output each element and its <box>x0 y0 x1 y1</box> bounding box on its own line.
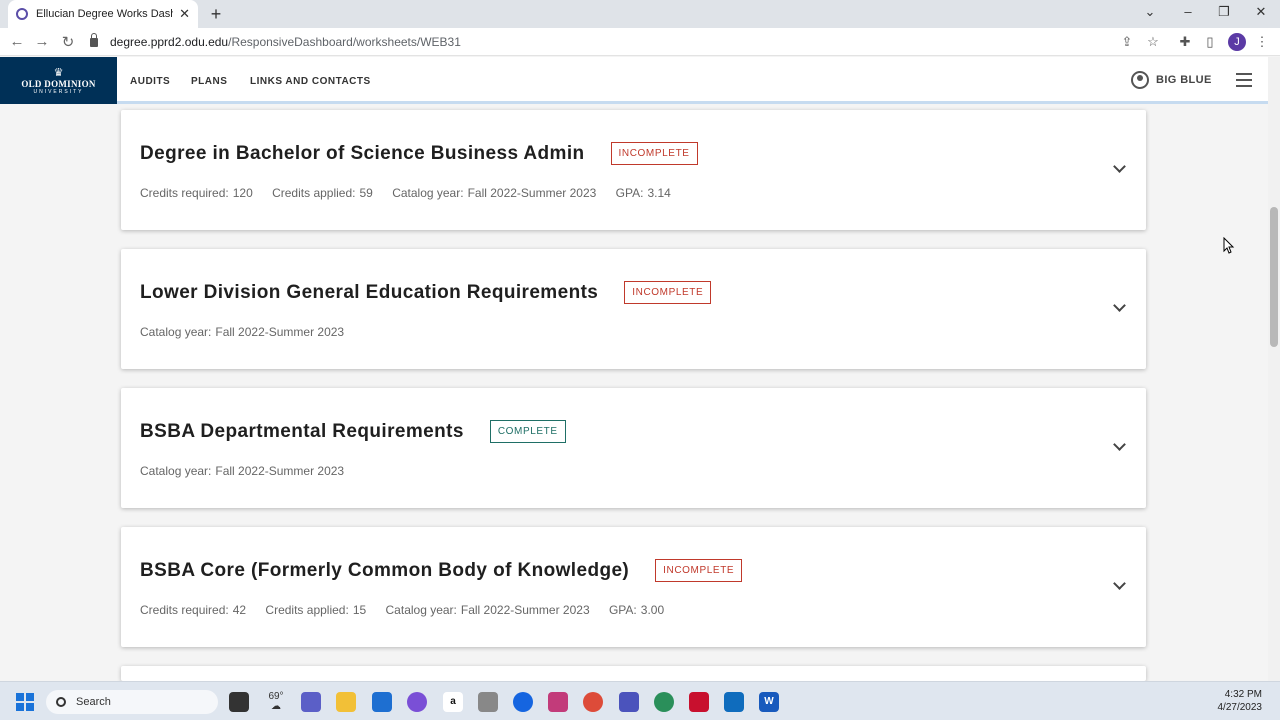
lock-icon <box>90 32 98 47</box>
expand-chevron-icon[interactable] <box>1113 299 1126 312</box>
windows-taskbar: Search 69°☁ a W 4:32 PM 4/27/2023 <box>0 681 1280 720</box>
system-clock[interactable]: 4:32 PM 4/27/2023 <box>1218 688 1263 714</box>
clock-date: 4/27/2023 <box>1217 702 1263 713</box>
copilot-icon[interactable] <box>407 692 427 712</box>
card-title: BSBA Departmental Requirements COMPLETE <box>140 420 566 443</box>
expand-chevron-icon[interactable] <box>1113 438 1126 451</box>
nav-plans[interactable]: PLANS <box>191 76 227 87</box>
card-title: Lower Division General Education Require… <box>140 281 712 304</box>
url-path: /ResponsiveDashboard/worksheets/WEB31 <box>228 35 461 49</box>
card-meta: Credits required: 42 Credits applied: 15 C… <box>140 603 665 617</box>
amazon-icon[interactable]: a <box>443 692 463 712</box>
weather-widget[interactable]: 69°☁ <box>266 692 286 712</box>
tab-search-icon[interactable]: ⌄ <box>1142 4 1158 20</box>
bookmark-star-icon[interactable]: ☆ <box>1145 34 1161 50</box>
mail-icon[interactable] <box>372 692 392 712</box>
card-meta: Catalog year: Fall 2022-Summer 2023 <box>140 325 345 339</box>
requirement-card-gen-ed[interactable]: Lower Division General Education Require… <box>121 249 1146 369</box>
close-tab-icon[interactable]: ✕ <box>179 6 190 22</box>
logo-line1: OLD DOMINION <box>21 79 96 89</box>
user-account-icon <box>1131 71 1149 89</box>
card-meta: Credits required: 120 Credits applied: 59 … <box>140 186 671 200</box>
url-field[interactable]: degree.pprd2.odu.edu/ResponsiveDashboard… <box>90 32 1170 52</box>
nav-links-and-contacts[interactable]: LINKS AND CONTACTS <box>250 76 371 87</box>
side-panel-icon[interactable]: ▯ <box>1202 34 1218 50</box>
restore-icon[interactable]: ❐ <box>1216 4 1232 20</box>
browser-menu-icon[interactable]: ⋮ <box>1254 34 1270 50</box>
extensions-icon[interactable]: ✚ <box>1177 34 1193 50</box>
minimize-icon[interactable]: – <box>1180 4 1196 19</box>
requirement-card-degree[interactable]: Degree in Bachelor of Science Business A… <box>121 110 1146 230</box>
nav-audits[interactable]: AUDITS <box>130 76 170 87</box>
scrollbar-thumb[interactable] <box>1270 207 1278 347</box>
app-header: ♛ OLD DOMINION UNIVERSITY AUDITS PLANS L… <box>0 57 1268 104</box>
share-icon[interactable]: ⇪ <box>1119 34 1135 50</box>
odu-logo[interactable]: ♛ OLD DOMINION UNIVERSITY <box>0 57 117 104</box>
taskbar-search[interactable]: Search <box>46 690 218 714</box>
card-title: BSBA Core (Formerly Common Body of Knowl… <box>140 559 743 582</box>
page-scrollbar[interactable] <box>1268 57 1280 681</box>
user-name: BIG BLUE <box>1156 74 1212 86</box>
chrome-icon[interactable] <box>583 692 603 712</box>
logo-line2: UNIVERSITY <box>33 89 84 95</box>
status-badge: INCOMPLETE <box>655 559 743 582</box>
snipping-tool-icon[interactable] <box>548 692 568 712</box>
zoom-icon[interactable] <box>513 692 533 712</box>
back-icon[interactable]: ← <box>8 33 26 50</box>
calculator-icon[interactable] <box>478 692 498 712</box>
app-icon[interactable] <box>689 692 709 712</box>
requirement-card-partial[interactable] <box>121 666 1146 681</box>
new-tab-button[interactable]: + <box>206 4 226 25</box>
url-host: degree.pprd2.odu.edu <box>110 35 229 49</box>
search-label: Search <box>76 696 111 708</box>
status-badge: COMPLETE <box>489 420 566 443</box>
task-view-icon[interactable] <box>229 692 249 712</box>
card-meta: Catalog year: Fall 2022-Summer 2023 <box>140 464 345 478</box>
expand-chevron-icon[interactable] <box>1113 160 1126 173</box>
requirement-card-core[interactable]: BSBA Core (Formerly Common Body of Knowl… <box>121 527 1146 647</box>
browser-tab[interactable]: Ellucian Degree Works Dashboard ✕ <box>8 0 198 28</box>
status-badge: INCOMPLETE <box>610 142 698 165</box>
teams-icon[interactable] <box>619 692 639 712</box>
close-window-icon[interactable]: ✕ <box>1253 4 1269 20</box>
word-icon[interactable]: W <box>759 692 779 712</box>
crown-icon: ♛ <box>53 67 64 79</box>
hamburger-menu-icon[interactable] <box>1236 73 1252 91</box>
profile-avatar[interactable]: J <box>1228 33 1246 51</box>
browser-tabstrip: Ellucian Degree Works Dashboard ✕ + ⌄ – … <box>0 0 1280 28</box>
requirement-card-departmental[interactable]: BSBA Departmental Requirements COMPLETE C… <box>121 388 1146 508</box>
windows-start-icon[interactable] <box>16 693 34 711</box>
globe-icon[interactable] <box>654 692 674 712</box>
user-menu[interactable]: BIG BLUE <box>1131 71 1212 89</box>
status-badge: INCOMPLETE <box>624 281 712 304</box>
clock-time: 4:32 PM <box>1224 689 1262 700</box>
tab-title: Ellucian Degree Works Dashboard <box>36 8 173 20</box>
mouse-cursor-icon <box>1223 237 1235 254</box>
expand-chevron-icon[interactable] <box>1113 577 1126 590</box>
address-bar: ← → ↻ degree.pprd2.odu.edu/ResponsiveDas… <box>0 28 1280 56</box>
ellucian-favicon-icon <box>16 8 28 20</box>
file-explorer-icon[interactable] <box>336 692 356 712</box>
card-title: Degree in Bachelor of Science Business A… <box>140 142 698 165</box>
search-icon <box>56 697 66 707</box>
reload-icon[interactable]: ↻ <box>59 33 77 51</box>
chat-icon[interactable] <box>301 692 321 712</box>
outlook-icon[interactable] <box>724 692 744 712</box>
forward-icon[interactable]: → <box>33 33 51 50</box>
